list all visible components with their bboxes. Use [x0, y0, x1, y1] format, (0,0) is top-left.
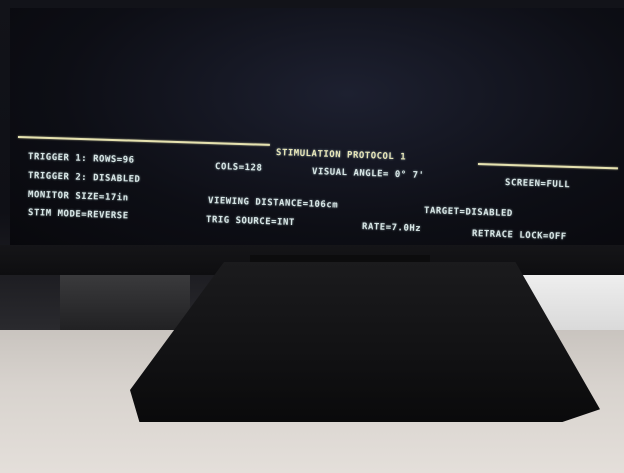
retrace-lock-label: RETRACE LOCK=OFF — [471, 229, 567, 243]
stim-mode-label: STIM MODE=REVERSE — [27, 208, 129, 222]
trigger2-label: TRIGGER 2: DISABLED — [27, 171, 141, 185]
header-rule-left — [17, 136, 270, 146]
cols-label: COLS=128 — [214, 162, 263, 174]
target-label: TARGET=DISABLED — [423, 206, 513, 220]
trigger1-label: TRIGGER 1: ROWS=96 — [27, 152, 135, 166]
photo-scene: STIMULATION PROTOCOL 1 TRIGGER 1: ROWS=9… — [0, 0, 624, 473]
viewing-distance-label: VIEWING DISTANCE=106cm — [207, 196, 339, 211]
protocol-title: STIMULATION PROTOCOL 1 — [275, 148, 407, 163]
screen-label: SCREEN=FULL — [504, 178, 571, 191]
rate-label: RATE=7.0Hz — [361, 222, 422, 235]
trig-source-label: TRIG SOURCE=INT — [205, 215, 295, 229]
visual-angle-label: VISUAL ANGLE= 0° 7' — [311, 167, 425, 181]
header-rule-right — [477, 163, 618, 170]
monitor-size-label: MONITOR SIZE=17in — [27, 190, 129, 204]
protocol-display: STIMULATION PROTOCOL 1 TRIGGER 1: ROWS=9… — [0, 0, 624, 473]
